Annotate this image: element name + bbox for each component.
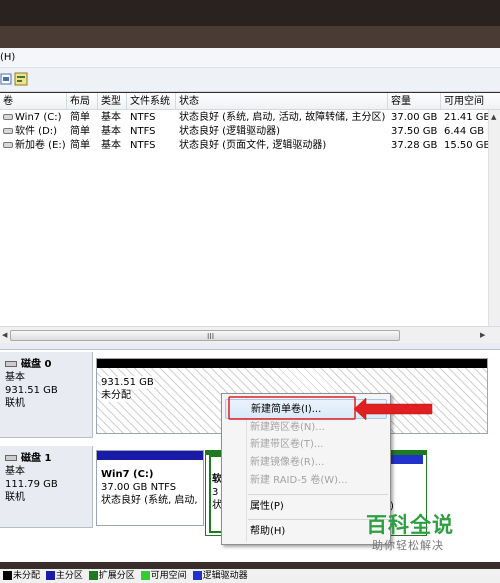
legend-swatch-free: [140, 571, 150, 580]
volume-icon: [3, 142, 13, 148]
legend-swatch-unallocated: [3, 571, 12, 580]
volume-capacity: 37.00 GB: [391, 112, 438, 123]
disk-1-label[interactable]: 磁盘 1 基本 111.79 GB 联机: [0, 446, 93, 528]
partition-status: 未分配: [101, 389, 131, 402]
scroll-grip: III: [207, 332, 215, 341]
column-capacity[interactable]: 容量: [388, 93, 441, 110]
legend-swatch-extended: [88, 571, 98, 580]
disk-state: 联机: [5, 492, 25, 503]
volume-fs: NTFS: [130, 112, 156, 123]
column-layout[interactable]: 布局: [67, 93, 98, 110]
scroll-left-icon[interactable]: ◀: [2, 331, 7, 339]
pane-splitter[interactable]: [0, 343, 500, 350]
volume-free: 21.41 GB: [444, 112, 490, 123]
vertical-scrollbar[interactable]: ▲: [488, 110, 500, 326]
disk-0-label[interactable]: 磁盘 0 基本 931.51 GB 联机: [0, 352, 93, 438]
menu-new-striped-volume[interactable]: 新建带区卷(T)...: [250, 435, 323, 455]
disk-list-icon[interactable]: [0, 72, 14, 86]
volume-name: 新加卷 (E:): [15, 140, 66, 151]
legend-label: 主分区: [55, 571, 83, 581]
watermark-title: 百科全说: [366, 513, 454, 537]
menu-help[interactable]: (H): [0, 52, 15, 63]
disk-state: 联机: [5, 398, 25, 409]
volume-fs: NTFS: [130, 126, 156, 137]
menu-new-mirrored-volume[interactable]: 新建镜像卷(R)...: [250, 453, 324, 473]
disk-name: 磁盘 0: [21, 359, 52, 370]
partition-name: Win7 (C:): [101, 469, 154, 480]
volume-type: 基本: [101, 140, 121, 151]
volume-row[interactable]: Win7 (C:) 简单 基本 NTFS 状态良好 (系统, 启动, 活动, 故…: [0, 111, 490, 125]
menu-bar: (H): [0, 48, 500, 68]
disk-name: 磁盘 1: [21, 453, 52, 464]
volume-layout: 简单: [70, 112, 90, 123]
disk-icon: [5, 455, 17, 461]
legend-swatch-logical: [192, 571, 202, 580]
disk-type: 基本: [5, 466, 25, 477]
volume-row[interactable]: 新加卷 (E:) 简单 基本 NTFS 状态良好 (页面文件, 逻辑驱动器) 3…: [0, 139, 490, 153]
column-type[interactable]: 类型: [98, 93, 127, 110]
legend-label: 逻辑驱动器: [202, 571, 248, 581]
column-free-space[interactable]: 可用空间: [441, 93, 500, 110]
scroll-up-icon[interactable]: ▲: [491, 113, 496, 121]
legend-label: 未分配: [13, 571, 41, 581]
partition-size: 37.00 GB NTFS: [101, 482, 177, 493]
volume-row[interactable]: 软件 (D:) 简单 基本 NTFS 状态良好 (逻辑驱动器) 37.50 GB…: [0, 125, 490, 139]
volume-status: 状态良好 (系统, 启动, 活动, 故障转储, 主分区): [179, 112, 386, 123]
watermark: 百科全说 助你轻松解决: [352, 505, 460, 555]
title-strip: [0, 26, 500, 48]
legend-swatch-primary: [45, 571, 55, 580]
disk-type: 基本: [5, 372, 25, 383]
disk-size: 931.51 GB: [5, 385, 58, 396]
menu-new-simple-volume[interactable]: 新建简单卷(I)...: [225, 399, 387, 419]
menu-new-raid5-volume[interactable]: 新建 RAID-5 卷(W)...: [250, 471, 348, 491]
volume-list-header: 卷 布局 类型 文件系统 状态 容量 可用空间: [0, 93, 500, 110]
horizontal-scroll-thumb[interactable]: III: [10, 330, 400, 341]
volume-layout: 简单: [70, 126, 90, 137]
partition-status: 状态良好 (系统, 启动,: [101, 495, 198, 506]
window-titlebar: [0, 0, 500, 48]
menu-separator: [248, 494, 388, 495]
horizontal-scrollbar[interactable]: ◀ III ▶: [0, 326, 500, 343]
volume-type: 基本: [101, 126, 121, 137]
volume-icon: [3, 114, 13, 120]
primary-partition[interactable]: Win7 (C:) 37.00 GB NTFS 状态良好 (系统, 启动,: [96, 450, 204, 526]
volume-free: 6.44 GB: [444, 126, 485, 137]
disk-size: 111.79 GB: [5, 479, 58, 490]
volume-status: 状态良好 (页面文件, 逻辑驱动器): [179, 140, 327, 151]
toolbar: [0, 68, 500, 92]
menu-help[interactable]: 帮助(H): [250, 522, 285, 542]
volume-type: 基本: [101, 112, 121, 123]
volume-status: 状态良好 (逻辑驱动器): [179, 126, 280, 137]
menu-properties[interactable]: 属性(P): [250, 497, 284, 517]
primary-partition-bar: [97, 451, 203, 460]
properties-icon[interactable]: [14, 72, 28, 86]
volume-free: 15.50 GB: [444, 140, 490, 151]
partition-size: 931.51 GB: [101, 376, 154, 389]
unallocated-bar: [97, 359, 487, 368]
column-volume[interactable]: 卷: [0, 93, 67, 110]
volume-name: 软件 (D:): [15, 126, 58, 137]
legend-label: 可用空间: [150, 571, 187, 581]
column-filesystem[interactable]: 文件系统: [127, 93, 176, 110]
volume-name: Win7 (C:): [15, 112, 62, 123]
watermark-subtitle: 助你轻松解决: [372, 539, 444, 552]
volume-list: 卷 布局 类型 文件系统 状态 容量 可用空间 Win7 (C:) 简单 基本 …: [0, 93, 500, 343]
volume-fs: NTFS: [130, 140, 156, 151]
column-status[interactable]: 状态: [176, 93, 388, 110]
legend-label: 扩展分区: [98, 571, 135, 581]
volume-capacity: 37.28 GB: [391, 140, 438, 151]
disk-icon: [5, 361, 17, 367]
volume-capacity: 37.50 GB: [391, 126, 438, 137]
legend: 未分配 主分区 扩展分区 可用空间 逻辑驱动器: [0, 569, 500, 583]
volume-layout: 简单: [70, 140, 90, 151]
volume-icon: [3, 128, 13, 134]
scroll-right-icon[interactable]: ▶: [480, 331, 485, 339]
